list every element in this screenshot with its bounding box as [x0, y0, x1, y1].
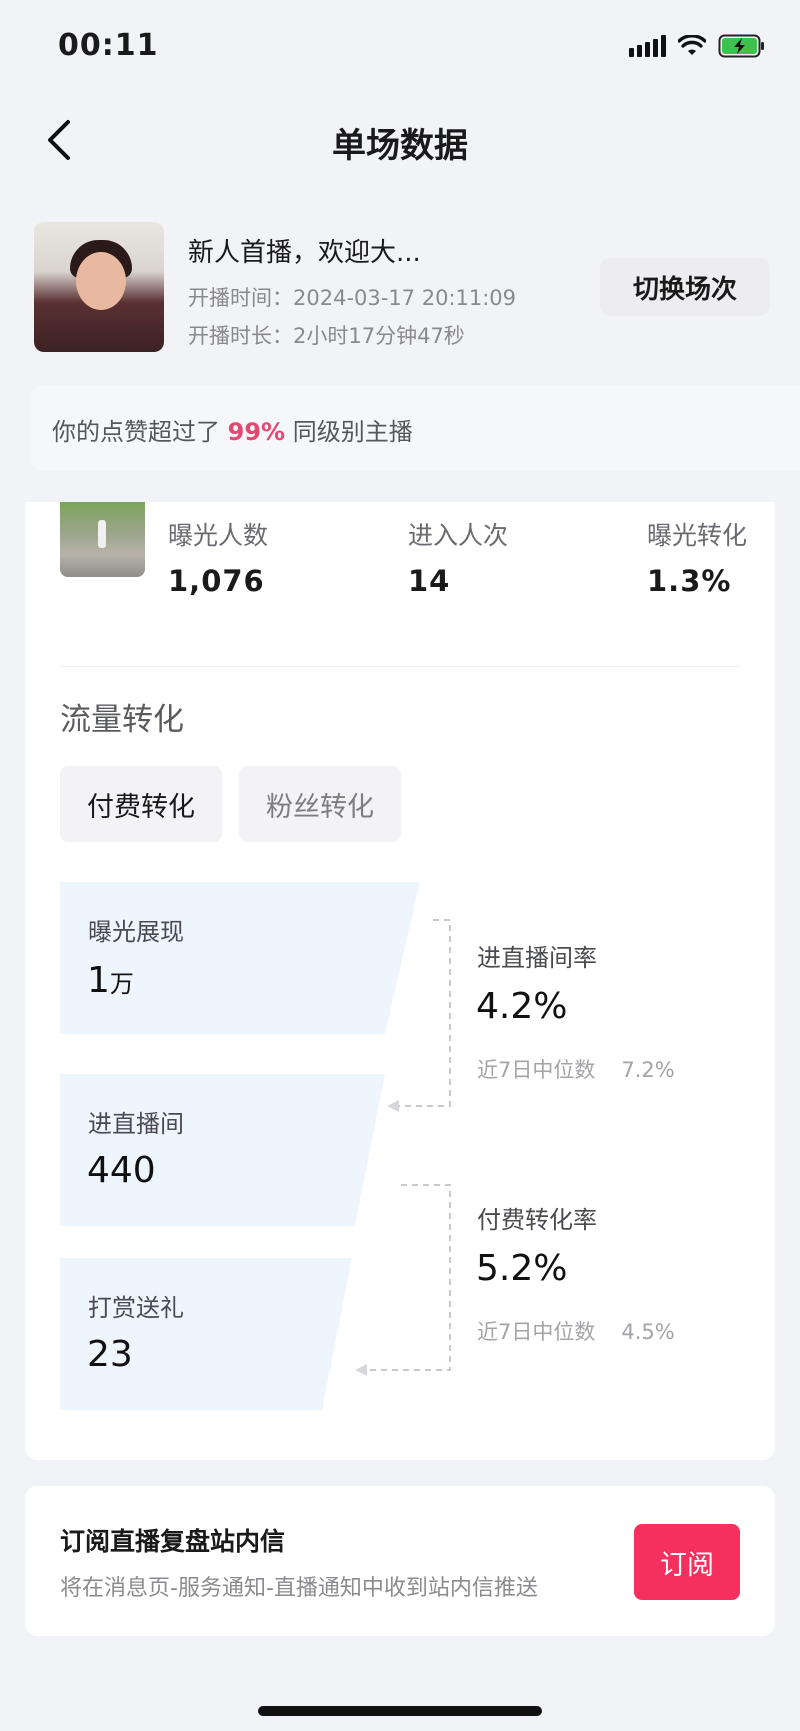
signal-icon: [629, 35, 666, 57]
funnel-connector: [397, 919, 451, 1107]
subscribe-card: 订阅直播复盘站内信 将在消息页-服务通知-直播通知中收到站内信推送 订阅: [25, 1486, 775, 1636]
conversion-funnel: 曝光展现 1万 进直播间 440 打赏送礼 23 进直播间率 4.2% 近7日中…: [25, 882, 775, 1422]
stat-exposure-conversion: 曝光转化 1.3%: [647, 516, 747, 598]
funnel-stage-value: 23: [87, 1334, 133, 1375]
stat-label: 曝光人数: [168, 521, 269, 550]
page-title: 单场数据: [332, 126, 468, 166]
live-duration: 开播时长：2小时17分钟47秒: [188, 324, 465, 348]
tab-fan-conversion[interactable]: 粉丝转化: [239, 766, 401, 842]
stat-entries: 进入人次 14: [408, 516, 508, 598]
stats-card: 曝光人数 1,076 进入人次 14 曝光转化 1.3% 流量转化 付费转化 粉…: [25, 502, 775, 1460]
battery-charging-icon: [718, 34, 766, 58]
stat-value: 1,076: [168, 564, 265, 598]
video-thumbnail[interactable]: [60, 502, 145, 577]
rate-median: 近7日中位数 7.2%: [477, 1054, 675, 1084]
switch-session-button[interactable]: 切换场次: [600, 258, 770, 316]
median-value: 7.2%: [621, 1058, 675, 1082]
funnel-connector: [365, 1184, 451, 1371]
subscribe-description: 将在消息页-服务通知-直播通知中收到站内信推送: [60, 1576, 538, 1601]
live-title: 新人首播，欢迎大...: [188, 238, 421, 268]
like-prefix: 你的点赞超过了: [52, 418, 220, 446]
stat-label: 曝光转化: [647, 521, 748, 550]
rate-median: 近7日中位数 4.5%: [477, 1316, 675, 1346]
home-indicator[interactable]: [258, 1706, 542, 1716]
live-session-info: 新人首播，欢迎大... 开播时间：2024-03-17 20:11:09 开播时…: [34, 222, 774, 352]
status-bar: 00:11: [0, 0, 800, 90]
median-label: 近7日中位数: [477, 1058, 596, 1082]
funnel-stage-value: 1万: [87, 960, 134, 1001]
status-icons: [629, 34, 766, 58]
live-cover-image: [34, 222, 164, 352]
funnel-stage-unit: 万: [109, 970, 134, 998]
tab-paid-conversion[interactable]: 付费转化: [60, 766, 222, 842]
wifi-icon: [678, 35, 706, 57]
subscribe-title: 订阅直播复盘站内信: [60, 1527, 286, 1556]
status-time: 00:11: [58, 28, 159, 63]
live-start-time: 开播时间：2024-03-17 20:11:09: [188, 286, 517, 310]
nav-header: 单场数据: [0, 100, 800, 180]
funnel-stage-shape: [60, 882, 420, 1034]
rate-value: 5.2%: [476, 1248, 568, 1289]
stat-value: 1.3%: [647, 564, 732, 598]
funnel-stage-label: 曝光展现: [88, 918, 184, 946]
median-value: 4.5%: [621, 1320, 675, 1344]
like-suffix: 同级别主播: [292, 418, 413, 446]
funnel-connector-arrow: [387, 1100, 399, 1112]
stat-exposure-users: 曝光人数 1,076: [168, 516, 268, 598]
funnel-stage-value: 440: [87, 1150, 156, 1191]
divider: [60, 666, 740, 667]
funnel-connector-arrow: [355, 1364, 367, 1376]
funnel-stage-label: 进直播间: [88, 1110, 184, 1138]
subscribe-button[interactable]: 订阅: [634, 1524, 740, 1600]
rate-title: 进直播间率: [477, 944, 597, 972]
median-label: 近7日中位数: [477, 1320, 596, 1344]
like-percent: 99%: [227, 418, 286, 446]
funnel-stage-label: 打赏送礼: [88, 1294, 184, 1322]
stat-label: 进入人次: [408, 521, 509, 550]
like-banner: 你的点赞超过了 99% 同级别主播: [30, 386, 800, 470]
stat-value: 14: [408, 564, 451, 598]
rate-title: 付费转化率: [477, 1206, 597, 1234]
section-title-traffic: 流量转化: [60, 702, 184, 738]
rate-value: 4.2%: [476, 986, 568, 1027]
